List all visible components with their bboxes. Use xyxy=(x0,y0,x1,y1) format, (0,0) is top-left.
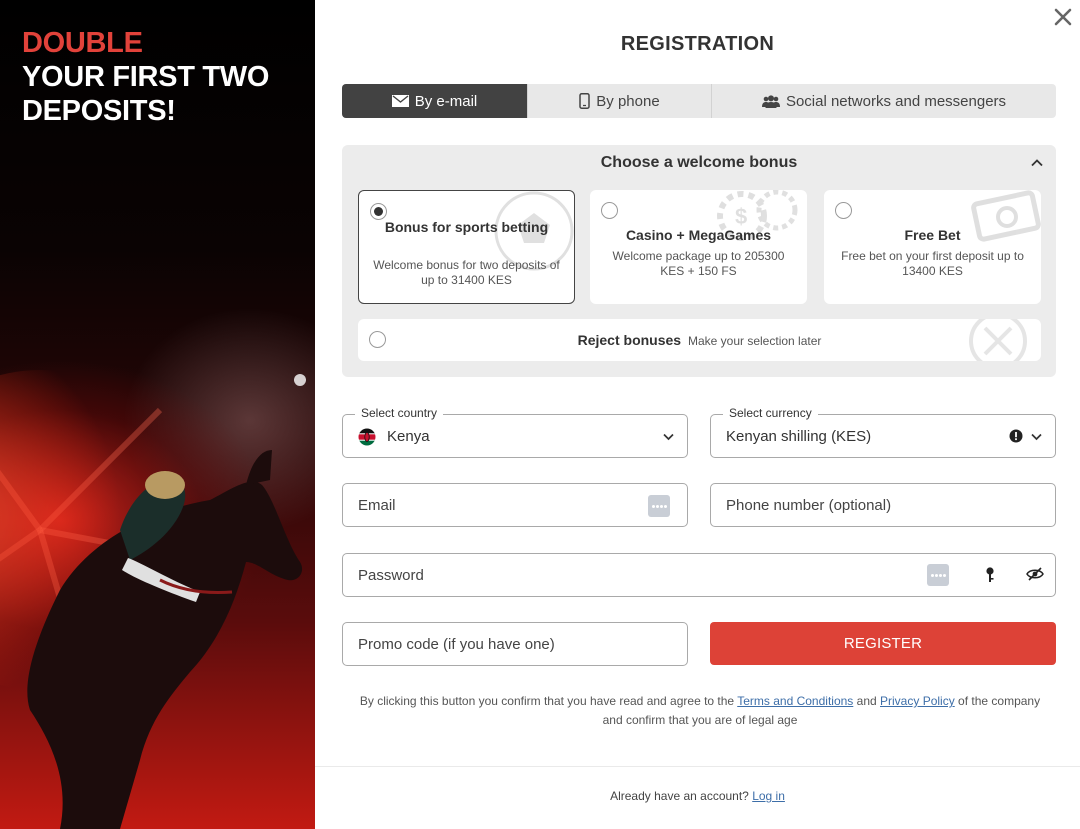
tab-social-networks[interactable]: Social networks and messengers xyxy=(712,84,1056,118)
reject-title: Reject bonuses xyxy=(577,332,682,348)
terms-text-before: By clicking this button you confirm that… xyxy=(359,694,735,708)
svg-text:$: $ xyxy=(735,204,747,229)
promo-code-field[interactable]: Promo code (if you have one) xyxy=(342,622,688,666)
promo-title: DOUBLE YOUR FIRST TWO DEPOSITS! xyxy=(22,26,269,128)
bonus-radio-casino[interactable] xyxy=(601,202,618,219)
chevron-up-icon[interactable] xyxy=(1030,156,1044,170)
promo-code-placeholder: Promo code (if you have one) xyxy=(358,636,555,653)
bonus-desc-sports: Welcome bonus for two deposits of up to … xyxy=(373,258,560,287)
bonus-title-casino: Casino + MegaGames xyxy=(625,227,772,243)
bonus-heading: Choose a welcome bonus xyxy=(600,154,798,171)
envelope-icon xyxy=(391,95,409,107)
login-prompt-text: Already have an account? xyxy=(610,789,749,803)
reject-text: Reject bonuses Make your selection later xyxy=(358,332,1041,348)
email-field[interactable]: Email xyxy=(342,483,688,527)
country-label: Select country xyxy=(355,406,444,420)
close-icon[interactable] xyxy=(1052,6,1074,28)
country-value: Kenya xyxy=(387,428,430,445)
phone-field[interactable]: Phone number (optional) xyxy=(710,483,1056,527)
casino-chips-icon: $ xyxy=(717,190,798,241)
tab-by-email[interactable]: By e-mail xyxy=(342,84,528,118)
password-placeholder: Password xyxy=(358,567,424,584)
reject-subtitle: Make your selection later xyxy=(687,334,822,348)
registration-form: REGISTRATION By e-mail By phone Social n… xyxy=(315,0,1080,829)
kenya-flag-icon xyxy=(358,428,376,446)
bonus-title-freebet: Free Bet xyxy=(904,227,961,243)
terms-link[interactable]: Terms and Conditions xyxy=(737,694,853,708)
login-link[interactable]: Log in xyxy=(752,789,785,803)
bonus-radio-freebet[interactable] xyxy=(835,202,852,219)
bonus-option-freebet[interactable]: Free Bet Free bet on your first deposit … xyxy=(824,190,1041,304)
eye-slash-icon[interactable] xyxy=(1026,566,1044,582)
welcome-bonus-panel: Choose a welcome bonus Bonus for sports … xyxy=(342,145,1056,377)
country-select[interactable]: Select country Kenya xyxy=(342,406,688,458)
info-icon[interactable] xyxy=(1009,429,1023,443)
bonus-radio-sports[interactable] xyxy=(370,203,387,220)
page-title: REGISTRATION xyxy=(620,33,775,55)
login-prompt: Already have an account? Log in xyxy=(315,789,1080,803)
tab-by-phone[interactable]: By phone xyxy=(528,84,712,118)
promo-title-line1: DOUBLE xyxy=(22,27,143,59)
promo-banner: DOUBLE YOUR FIRST TWO DEPOSITS! xyxy=(0,0,315,829)
bonus-option-sports[interactable]: Bonus for sports betting Welcome bonus f… xyxy=(358,190,575,304)
bonus-option-reject[interactable]: Reject bonuses Make your selection later xyxy=(358,319,1041,361)
register-button[interactable]: REGISTER xyxy=(710,622,1056,665)
bonus-desc-casino: Welcome package up to 205300 KES + 150 F… xyxy=(612,249,785,278)
key-icon[interactable] xyxy=(983,566,997,584)
tab-label-email: By e-mail xyxy=(414,92,478,110)
privacy-policy-link[interactable]: Privacy Policy xyxy=(880,694,955,708)
promo-title-line2: YOUR FIRST TWO xyxy=(22,61,270,93)
currency-label: Select currency xyxy=(723,406,818,420)
jockey-horse-illustration xyxy=(0,370,306,829)
registration-method-tabs: By e-mail By phone Social networks and m… xyxy=(342,84,1056,118)
phone-placeholder: Phone number (optional) xyxy=(726,497,892,514)
password-manager-icon[interactable] xyxy=(927,564,949,586)
footer-divider xyxy=(315,766,1080,767)
tab-label-phone: By phone xyxy=(596,92,660,110)
currency-select[interactable]: Select currency Kenyan shilling (KES) xyxy=(710,406,1056,458)
tab-label-social: Social networks and messengers xyxy=(785,92,1007,110)
currency-value: Kenyan shilling (KES) xyxy=(726,428,872,445)
terms-notice: By clicking this button you confirm that… xyxy=(355,692,1045,730)
users-icon xyxy=(761,94,780,108)
bonus-title-sports: Bonus for sports betting xyxy=(384,219,549,235)
bonus-desc-freebet: Free bet on your first deposit up to 134… xyxy=(841,249,1024,278)
phone-icon xyxy=(579,93,591,109)
chevron-down-icon xyxy=(1031,433,1042,441)
ticket-icon xyxy=(971,190,1041,242)
email-placeholder: Email xyxy=(358,497,396,514)
terms-text-and: and xyxy=(856,694,877,708)
chevron-down-icon xyxy=(663,433,674,441)
password-field[interactable]: Password xyxy=(342,553,1056,597)
promo-title-line3: DEPOSITS! xyxy=(22,95,176,127)
bonus-option-casino[interactable]: $ Casino + MegaGames Welcome package up … xyxy=(590,190,807,304)
password-manager-icon[interactable] xyxy=(648,495,670,517)
